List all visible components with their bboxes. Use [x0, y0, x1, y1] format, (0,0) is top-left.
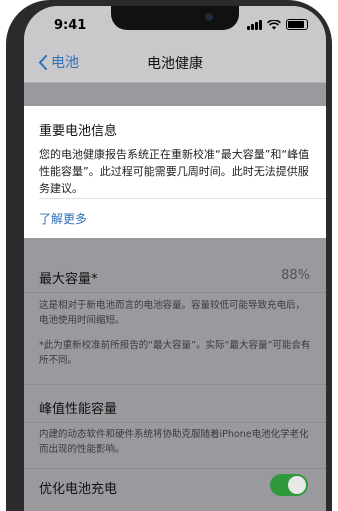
phone-screen: 9:41 电池 电池健康 重要电池信息 您的电池健康报告系统正在重新校准“最大容…: [24, 6, 326, 511]
page-title: 电池健康: [147, 56, 203, 72]
status-icons: [247, 19, 308, 30]
phone-frame: 9:41 电池 电池健康 重要电池信息 您的电池健康报告系统正在重新校准“最大容…: [6, 0, 332, 511]
info-card-title: 重要电池信息: [39, 124, 118, 139]
notch: [111, 6, 239, 30]
divider: [24, 384, 326, 385]
navigation-bar: 电池 电池健康: [24, 40, 326, 83]
optimized-charging-label: 优化电池充电: [39, 482, 118, 497]
cellular-signal-icon: [247, 20, 262, 30]
peak-performance-note: 内建的动态软件和硬件系统将协助克服随着iPhone电池化学老化而出现的性能影响。: [39, 429, 309, 455]
max-capacity-label: 最大容量*: [39, 272, 98, 287]
peak-performance-label: 峰值性能容量: [39, 402, 118, 417]
max-capacity-value: 88%: [281, 268, 310, 283]
divider: [24, 292, 326, 293]
divider: [39, 198, 326, 199]
camera-icon: [205, 13, 213, 21]
max-capacity-note: 这是相对于新电池而言的电池容量。容量较低可能导致充电后，电池使用时间缩短。: [39, 300, 306, 326]
max-capacity-footnote: *此为重新校准前所报告的“最大容量”。实际“最大容量”可能会有所不同。: [39, 340, 311, 366]
battery-info-card: 重要电池信息 您的电池健康报告系统正在重新校准“最大容量”和“峰值性能容量”。此…: [24, 106, 326, 238]
status-time: 9:41: [54, 18, 87, 33]
optimized-charging-toggle[interactable]: [270, 474, 308, 496]
info-card-body: 您的电池健康报告系统正在重新校准“最大容量”和“峰值性能容量”。此过程可能需要几…: [39, 148, 310, 195]
divider: [24, 422, 326, 423]
divider: [24, 468, 326, 469]
learn-more-link[interactable]: 了解更多: [39, 210, 87, 227]
battery-icon: [286, 19, 308, 30]
wifi-icon: [267, 20, 281, 30]
toggle-knob: [288, 476, 306, 494]
